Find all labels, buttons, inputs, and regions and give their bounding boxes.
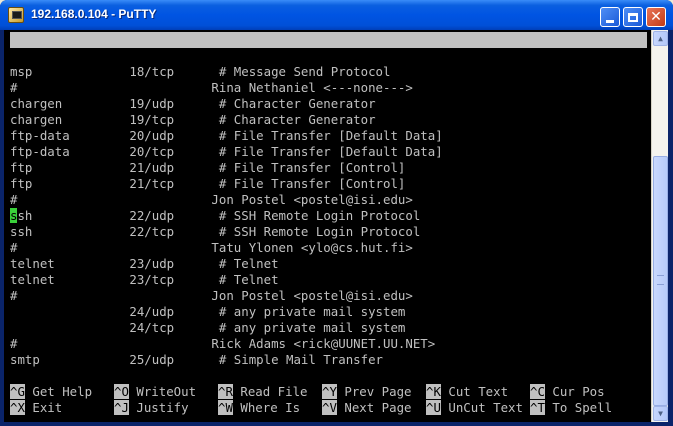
maximize-button[interactable]	[623, 7, 643, 27]
shortcut-cut-text[interactable]: ^K Cut Text	[426, 384, 523, 400]
file-line[interactable]: # Tatu Ylonen <ylo@cs.hut.fi>	[10, 240, 413, 256]
scroll-down-button[interactable]: ▼	[653, 406, 668, 421]
window-title: 192.168.0.104 - PuTTY	[31, 7, 157, 21]
shortcut-prev-page[interactable]: ^Y Prev Page	[322, 384, 419, 400]
file-line[interactable]: # Rina Nethaniel <---none--->	[10, 80, 413, 96]
file-line[interactable]: msp 18/tcp # Message Send Protocol	[10, 64, 390, 80]
close-button[interactable]: ✕	[646, 7, 666, 27]
shortcut-to-spell[interactable]: ^T To Spell	[530, 400, 612, 416]
file-line[interactable]: # Jon Postel <postel@isi.edu>	[10, 192, 413, 208]
file-line[interactable]: chargen 19/udp # Character Generator	[10, 96, 376, 112]
shortcut-writeout[interactable]: ^O WriteOut	[114, 384, 211, 400]
maximize-icon	[628, 12, 638, 22]
cursor-line-rest: sh 22/udp # SSH Remote Login Protocol	[17, 208, 421, 223]
file-line[interactable]: ftp-data 20/udp # File Transfer [Default…	[10, 128, 443, 144]
shortcut-exit[interactable]: ^X Exit	[10, 400, 107, 416]
vertical-scrollbar[interactable]: ▲ ▼	[651, 30, 668, 422]
file-line[interactable]: # Jon Postel <postel@isi.edu>	[10, 288, 413, 304]
shortcut-justify[interactable]: ^J Justify	[114, 400, 211, 416]
shortcut-row-1: ^G Get Help ^O WriteOut ^R Read File ^Y …	[4, 384, 651, 400]
shortcut-read-file[interactable]: ^R Read File	[218, 384, 315, 400]
file-line[interactable]: chargen 19/tcp # Character Generator	[10, 112, 376, 128]
shortcut-cur-pos[interactable]: ^C Cur Pos	[530, 384, 605, 400]
file-line[interactable]: ftp 21/tcp # File Transfer [Control]	[10, 176, 405, 192]
file-line[interactable]: telnet 23/tcp # Telnet	[10, 272, 279, 288]
file-line[interactable]: # Rick Adams <rick@UUNET.UU.NET>	[10, 336, 435, 352]
chevron-up-icon: ▲	[658, 34, 663, 43]
close-icon: ✕	[650, 9, 662, 25]
shortcut-where-is[interactable]: ^W Where Is	[218, 400, 315, 416]
chevron-down-icon: ▼	[658, 409, 663, 418]
minimize-button[interactable]	[600, 7, 620, 27]
shortcut-get-help[interactable]: ^G Get Help	[10, 384, 107, 400]
scrollbar-thumb[interactable]	[653, 156, 668, 406]
file-line[interactable]: 24/tcp # any private mail system	[10, 320, 405, 336]
file-line[interactable]: smtp 25/udp # Simple Mail Transfer	[10, 352, 383, 368]
putty-app-icon[interactable]	[8, 7, 24, 23]
title-bar[interactable]: 192.168.0.104 - PuTTY ✕	[0, 0, 673, 30]
shortcut-row-2: ^X Exit ^J Justify ^W Where Is ^V Next P…	[4, 400, 651, 416]
shortcut-next-page[interactable]: ^V Next Page	[322, 400, 419, 416]
terminal-area[interactable]: GNU nano 2.2.6 File: /etc/services Modif…	[4, 30, 651, 422]
file-line[interactable]: telnet 23/udp # Telnet	[10, 256, 279, 272]
nano-modified-status: Modified	[578, 80, 638, 95]
file-line[interactable]: 24/udp # any private mail system	[10, 304, 405, 320]
file-line[interactable]: ftp 21/udp # File Transfer [Control]	[10, 160, 405, 176]
window-border-bottom	[0, 422, 673, 426]
file-line-cursor[interactable]: ssh 22/udp # SSH Remote Login Protocol	[10, 208, 420, 224]
window-border-right	[668, 30, 673, 426]
nano-header-bar: GNU nano 2.2.6 File: /etc/services Modif…	[10, 32, 647, 95]
file-line[interactable]: ssh 22/tcp # SSH Remote Login Protocol	[10, 224, 420, 240]
minimize-icon	[606, 19, 614, 23]
nano-version: GNU nano 2.2.6	[20, 48, 125, 63]
shortcut-uncut-text[interactable]: ^U UnCut Text	[426, 400, 523, 416]
file-line[interactable]: ftp-data 20/tcp # File Transfer [Default…	[10, 144, 443, 160]
scroll-up-button[interactable]: ▲	[653, 31, 668, 46]
